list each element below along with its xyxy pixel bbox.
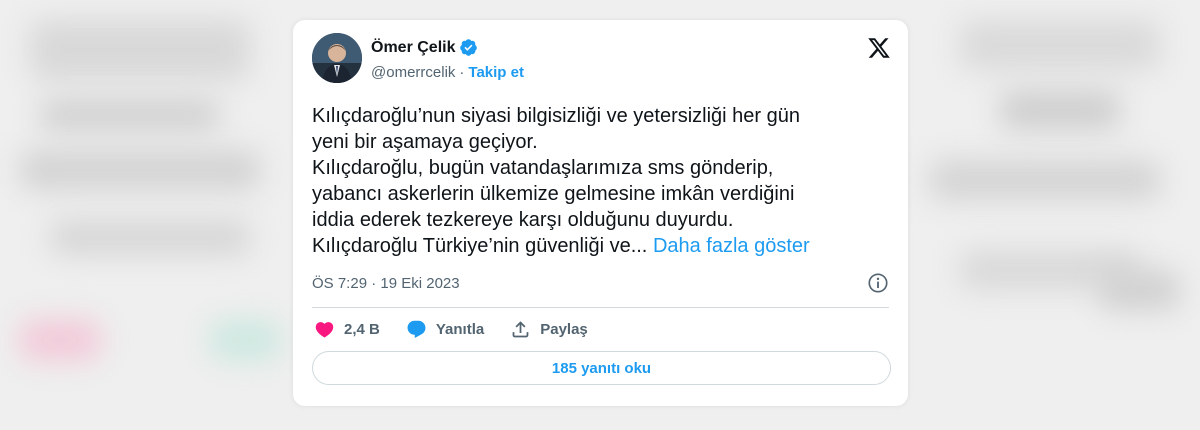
tweet-text-last-line: Kılıçdaroğlu Türkiye’nin güvenliği ve...…: [312, 233, 887, 259]
reply-button[interactable]: Yanıtla: [406, 319, 484, 340]
tweet-card: Ömer Çelik @omerrcelik · Takip et Kılıçd…: [293, 20, 908, 406]
info-icon[interactable]: [867, 272, 889, 294]
tweet-text-line: Kılıçdaroğlu’nun siyasi bilgisizliği ve …: [312, 105, 801, 127]
avatar-image: [312, 33, 362, 83]
tweet-text-line: yeni bir aşamaya geçiyor.: [312, 131, 538, 153]
heart-icon: [315, 321, 334, 338]
author-handle[interactable]: @omerrcelik: [371, 64, 455, 81]
author-name[interactable]: Ömer Çelik: [371, 39, 455, 57]
x-logo-icon[interactable]: [867, 36, 891, 60]
like-count: 2,4 B: [344, 320, 380, 338]
tweet-timestamp[interactable]: ÖS 7:29 · 19 Eki 2023: [312, 275, 460, 292]
read-replies-button[interactable]: 185 yanıtı oku: [312, 351, 891, 385]
tweet-text-line: Kılıçdaroğlu, bugün vatandaşlarımıza sms…: [312, 157, 774, 179]
tweet-text: Kılıçdaroğlu’nun siyasi bilgisizliği ve …: [312, 103, 887, 259]
share-button[interactable]: Paylaş: [510, 319, 588, 340]
verified-badge-icon: [460, 39, 478, 56]
tweet-text-line: Kılıçdaroğlu Türkiye’nin güvenliği ve...: [312, 235, 648, 257]
handle-separator: ·: [459, 64, 465, 81]
author-name-row: Ömer Çelik: [371, 38, 478, 57]
divider: [312, 307, 889, 308]
speech-bubble-icon: [407, 320, 426, 338]
reply-label: Yanıtla: [435, 320, 485, 338]
author-handle-row: @omerrcelik · Takip et: [371, 64, 524, 81]
share-label: Paylaş: [540, 320, 588, 338]
share-icon: [512, 320, 529, 337]
tweet-text-line: iddia ederek tezkereye karşı olduğunu du…: [312, 209, 734, 231]
author-avatar[interactable]: [312, 33, 362, 83]
tweet-actions: 2,4 B Yanıtla Paylaş: [314, 317, 614, 341]
tweet-text-line: yabancı askerlerin ülkemize gelmesine im…: [312, 183, 795, 205]
show-more-link[interactable]: Daha fazla göster: [653, 235, 810, 257]
like-button[interactable]: 2,4 B: [314, 319, 380, 340]
follow-button[interactable]: Takip et: [468, 64, 524, 81]
